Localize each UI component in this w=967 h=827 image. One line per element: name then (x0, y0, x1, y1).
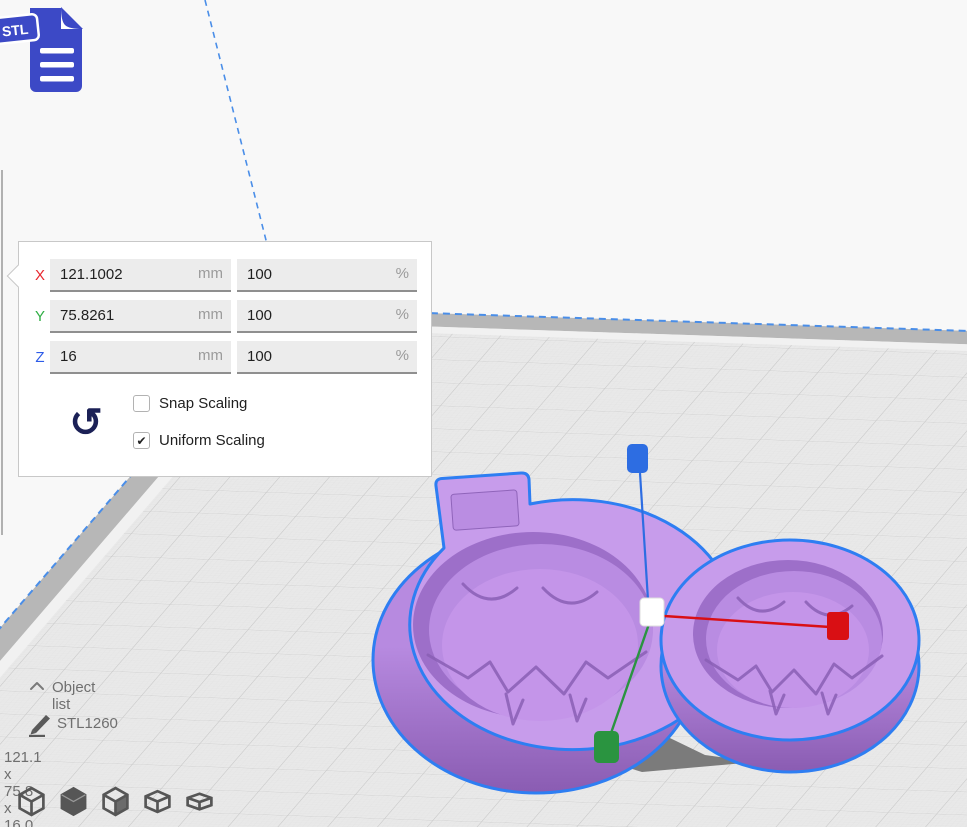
snap-scaling-label: Snap Scaling (159, 395, 247, 412)
x-axis-label: X (31, 259, 49, 292)
uniform-scaling-checkbox[interactable]: ✔ (133, 432, 150, 449)
scale-handle-x[interactable] (827, 612, 849, 640)
snap-scaling-checkbox[interactable] (133, 395, 150, 412)
scale-handle-center[interactable] (640, 598, 664, 626)
scale-handle-z[interactable] (627, 444, 648, 473)
cube-right-face-icon[interactable] (100, 785, 131, 817)
cube-outline-icon[interactable] (16, 785, 47, 817)
cube-solid-icon[interactable] (58, 785, 89, 817)
object-list-item[interactable]: STL1260 (57, 715, 118, 732)
pencil-icon (26, 711, 54, 737)
scale-x-percent-input[interactable] (237, 259, 417, 290)
stl-badge-label: STL (1, 21, 29, 40)
uniform-scaling-option: ✔ Uniform Scaling (133, 431, 265, 450)
scale-handle-y[interactable] (594, 731, 619, 763)
uniform-scaling-label: Uniform Scaling (159, 432, 265, 449)
scale-row-x: X mm % (19, 259, 431, 292)
object-list-toggle[interactable]: Object list (52, 679, 95, 713)
build-volume-edge-back (205, 0, 268, 248)
cube-squashed-icon[interactable] (142, 785, 173, 817)
chevron-up-icon[interactable] (28, 680, 46, 692)
reset-scale-icon[interactable]: ↺ (65, 400, 107, 446)
cube-flat-icon[interactable] (184, 785, 215, 817)
mesh-type-toolbar (16, 785, 215, 817)
z-axis-label: Z (31, 341, 49, 374)
scale-y-mm-input[interactable] (50, 300, 231, 331)
scale-y-percent-input[interactable] (237, 300, 417, 331)
scale-row-y: Y mm % (19, 300, 431, 333)
scale-z-percent-input[interactable] (237, 341, 417, 372)
y-axis-label: Y (31, 300, 49, 333)
snap-scaling-option: Snap Scaling (133, 394, 247, 413)
scale-tool-panel: X mm % Y mm % Z mm (18, 241, 432, 477)
slicer-viewport: STL X mm % Y mm % (0, 0, 967, 827)
stl-file-icon: STL (0, 0, 95, 100)
scale-x-mm-input[interactable] (50, 259, 231, 290)
scale-z-mm-input[interactable] (50, 341, 231, 372)
scale-row-z: Z mm % (19, 341, 431, 374)
